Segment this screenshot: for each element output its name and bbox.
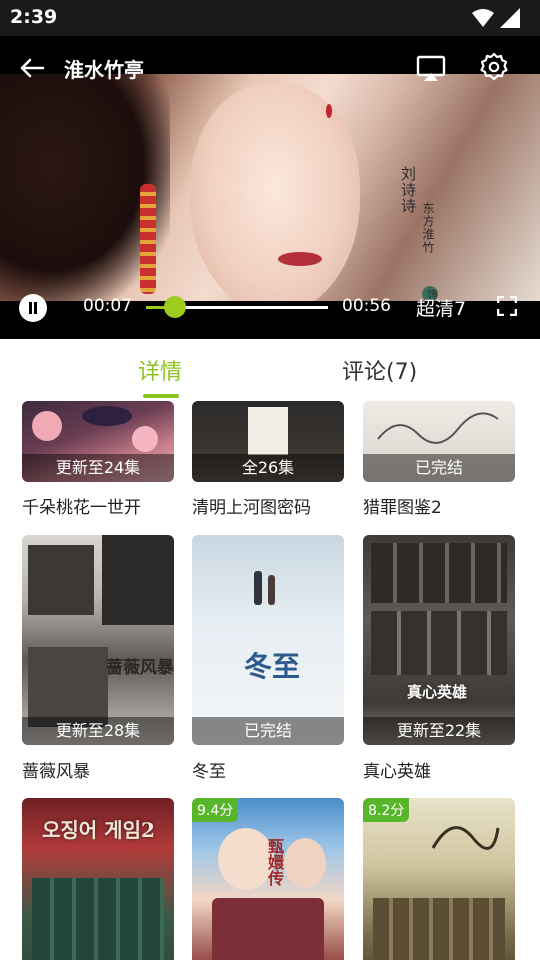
- rating-badge: 9.4分: [192, 798, 239, 822]
- video-frame[interactable]: 刘诗诗 饰 东方淮竹: [0, 74, 540, 301]
- tab-comments[interactable]: 评论(7): [342, 354, 417, 386]
- video-face: [190, 84, 360, 301]
- tab-active-indicator: [143, 394, 179, 398]
- overlay-actor-name: 刘诗诗: [399, 166, 417, 214]
- show-title: 清明上河图密码: [192, 498, 311, 518]
- poster-title: 真心英雄: [407, 683, 468, 701]
- overlay-role-name: 东方淮竹: [421, 202, 435, 254]
- show-poster[interactable]: 冬至 已完结: [192, 535, 344, 745]
- show-poster[interactable]: 蔷薇风暴 更新至28集: [22, 535, 174, 745]
- video-lips: [278, 252, 322, 266]
- episode-badge: 全26集: [192, 454, 344, 482]
- player-top-bar: 淮水竹亭: [0, 36, 540, 100]
- cast-screen-icon[interactable]: [415, 52, 447, 84]
- show-title: 蔷薇风暴: [22, 762, 90, 782]
- video-title: 淮水竹亭: [64, 58, 144, 82]
- show-poster[interactable]: 8.2分: [363, 798, 515, 960]
- show-title: 千朵桃花一世开: [22, 498, 141, 518]
- progress-knob[interactable]: [164, 296, 187, 318]
- tab-detail[interactable]: 详情: [138, 354, 182, 386]
- show-grid: 更新至24集 千朵桃花一世开 全26集 清明上河图密码 已完结 猎罪图鉴2 蔷薇…: [0, 401, 540, 960]
- episode-badge: 更新至28集: [22, 717, 174, 745]
- poster-title: 蔷薇风暴: [106, 658, 174, 678]
- status-bar: 2:39: [0, 0, 540, 36]
- episode-badge: 更新至22集: [363, 717, 515, 745]
- wifi-icon: [472, 9, 494, 27]
- status-icons: [472, 8, 520, 28]
- fullscreen-icon[interactable]: [497, 296, 517, 316]
- show-title: 猎罪图鉴2: [363, 498, 442, 518]
- show-poster[interactable]: 更新至24集: [22, 401, 174, 482]
- rating-badge: 8.2分: [363, 798, 410, 822]
- poster-title: 오징어 게임2: [42, 818, 155, 842]
- show-poster[interactable]: 全26集: [192, 401, 344, 482]
- show-title: 真心英雄: [363, 762, 431, 782]
- poster-title: 冬至: [244, 650, 301, 683]
- episode-badge: 更新至24集: [22, 454, 174, 482]
- video-player[interactable]: 刘诗诗 饰 东方淮竹 淮水竹亭 00:07 00:56 超清7: [0, 36, 540, 339]
- gear-icon[interactable]: [478, 51, 510, 83]
- player-controls: 00:07 00:56 超清7: [0, 286, 540, 328]
- tab-bar: 详情 评论(7): [0, 339, 540, 401]
- show-poster[interactable]: 甄嬛传 9.4分: [192, 798, 344, 960]
- show-poster[interactable]: 오징어 게임2: [22, 798, 174, 960]
- show-poster[interactable]: 真心英雄 更新至22集: [363, 535, 515, 745]
- status-time: 2:39: [10, 6, 58, 28]
- show-title: 冬至: [192, 762, 226, 782]
- episode-badge: 已完结: [192, 717, 344, 745]
- video-forehead-mark: [326, 104, 332, 118]
- video-earring: [140, 184, 156, 294]
- episode-badge: 已完结: [363, 454, 515, 482]
- show-poster[interactable]: 已完结: [363, 401, 515, 482]
- duration: 00:56: [342, 296, 391, 316]
- back-arrow-icon[interactable]: [16, 52, 48, 84]
- cellular-icon: [500, 8, 520, 28]
- current-time: 00:07: [83, 296, 132, 316]
- poster-title: 甄嬛传: [265, 838, 284, 886]
- pause-icon[interactable]: [19, 294, 47, 322]
- quality-button[interactable]: 超清7: [416, 294, 466, 321]
